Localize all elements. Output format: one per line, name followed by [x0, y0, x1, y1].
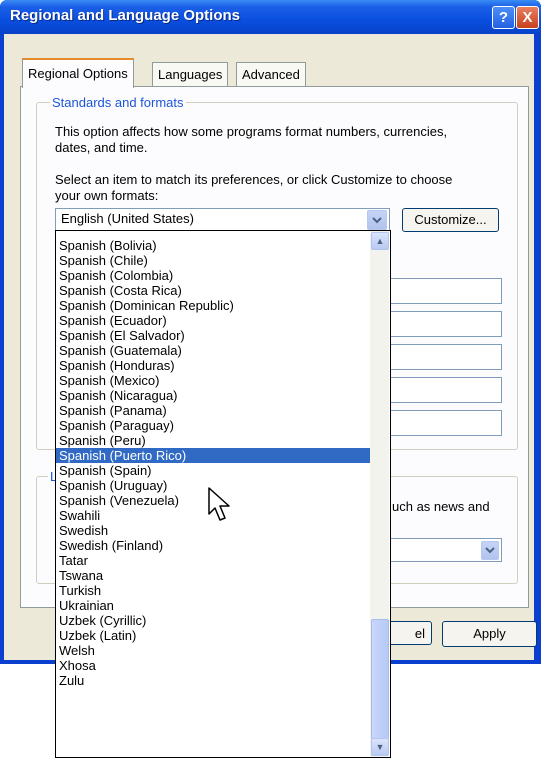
- list-item[interactable]: Turkish: [56, 583, 372, 598]
- location-description: uch as news and: [392, 499, 490, 514]
- list-item[interactable]: Spanish (Peru): [56, 433, 372, 448]
- list-item[interactable]: Spanish (Panama): [56, 403, 372, 418]
- list-item[interactable]: Swedish: [56, 523, 372, 538]
- sample-currency-field: [377, 311, 502, 337]
- apply-button[interactable]: Apply: [442, 621, 537, 647]
- list-item[interactable]: Spanish (Dominican Republic): [56, 298, 372, 313]
- list-item[interactable]: Spanish (Spain): [56, 463, 372, 478]
- instruction-line-1: Select an item to match its preferences,…: [55, 172, 453, 187]
- list-item[interactable]: Spanish (Paraguay): [56, 418, 372, 433]
- list-item[interactable]: Spanish (Ecuador): [56, 313, 372, 328]
- scroll-down-icon[interactable]: ▼: [371, 738, 389, 756]
- list-item[interactable]: Spanish (El Salvador): [56, 328, 372, 343]
- window-title: Regional and Language Options: [10, 7, 241, 24]
- description-line-1: This option affects how some programs fo…: [55, 124, 448, 139]
- help-button[interactable]: ?: [492, 6, 515, 29]
- sample-time-field: [377, 344, 502, 370]
- list-item[interactable]: Spanish (Guatemala): [56, 343, 372, 358]
- list-item[interactable]: Spanish (Mexico): [56, 373, 372, 388]
- scroll-up-icon[interactable]: ▲: [371, 232, 389, 250]
- list-item-selected[interactable]: Spanish (Puerto Rico): [56, 448, 372, 463]
- vertical-scrollbar[interactable]: ▲ ▼: [370, 231, 389, 757]
- list-item[interactable]: Tswana: [56, 568, 372, 583]
- description-line-2: dates, and time.: [55, 140, 148, 155]
- sample-number-field: [377, 278, 502, 304]
- list-item[interactable]: Tatar: [56, 553, 372, 568]
- list-item[interactable]: Spanish (Bolivia): [56, 238, 372, 253]
- standards-group-label: Standards and formats: [50, 95, 186, 110]
- list-item[interactable]: Zulu: [56, 673, 372, 688]
- scrollbar-thumb[interactable]: [371, 619, 389, 739]
- list-item[interactable]: Spanish (Honduras): [56, 358, 372, 373]
- list-item[interactable]: Xhosa: [56, 658, 372, 673]
- chevron-down-icon[interactable]: [367, 210, 387, 230]
- list-item[interactable]: Uzbek (Cyrillic): [56, 613, 372, 628]
- chevron-down-icon[interactable]: [481, 541, 499, 560]
- list-item[interactable]: Welsh: [56, 643, 372, 658]
- list-item[interactable]: Uzbek (Latin): [56, 628, 372, 643]
- locale-select-value: English (United States): [61, 211, 194, 226]
- tab-advanced[interactable]: Advanced: [236, 62, 306, 87]
- sample-long-date-field: [377, 410, 502, 436]
- tab-regional-options[interactable]: Regional Options: [22, 58, 134, 88]
- list-item[interactable]: Spanish (Nicaragua): [56, 388, 372, 403]
- close-button[interactable]: X: [516, 6, 539, 29]
- list-item[interactable]: Ukrainian: [56, 598, 372, 613]
- list-item[interactable]: Spanish (Costa Rica): [56, 283, 372, 298]
- tab-languages[interactable]: Languages: [152, 62, 229, 87]
- list-item[interactable]: Spanish (Chile): [56, 253, 372, 268]
- customize-button[interactable]: Customize...: [402, 208, 499, 232]
- list-item[interactable]: Swedish (Finland): [56, 538, 372, 553]
- instruction-line-2: your own formats:: [55, 188, 159, 203]
- mouse-pointer-icon: [206, 486, 238, 524]
- list-item[interactable]: Spanish (Colombia): [56, 268, 372, 283]
- sample-short-date-field: [377, 377, 502, 403]
